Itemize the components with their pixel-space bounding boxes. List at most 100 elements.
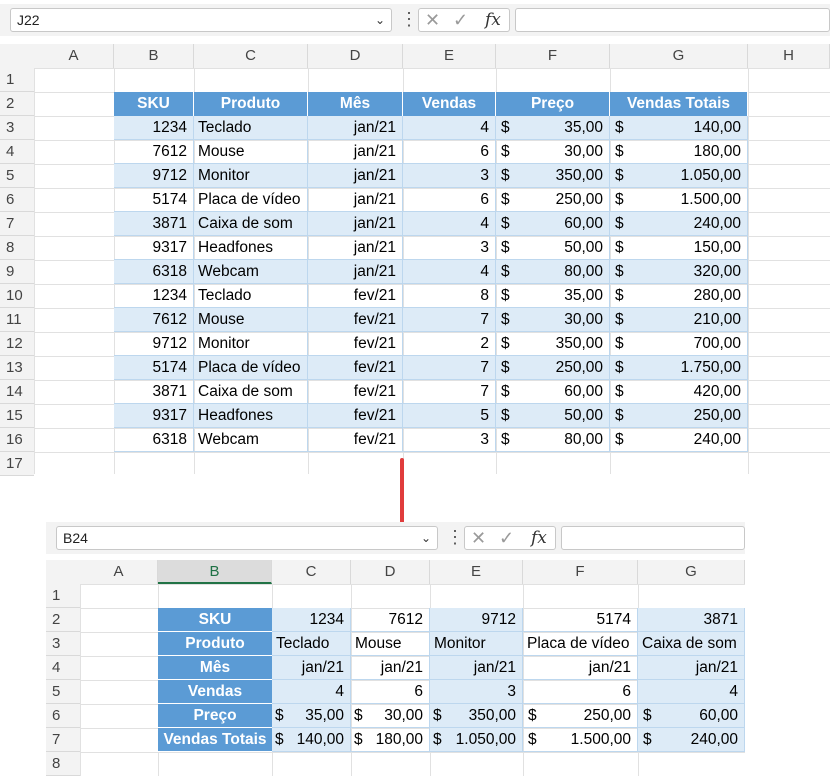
table-cell[interactable]: 60,00 $ — [496, 380, 610, 404]
table-cell[interactable]: Webcam — [194, 260, 308, 284]
table-cell[interactable]: 180,00 $ — [610, 140, 748, 164]
table-cell[interactable]: 420,00 $ — [610, 380, 748, 404]
table-cell[interactable]: 250,00 $ — [496, 356, 610, 380]
table-cell[interactable]: 9712 — [430, 608, 523, 632]
table-cell[interactable]: 7 — [403, 380, 496, 404]
table-cell[interactable]: fev/21 — [308, 308, 403, 332]
table-cell[interactable]: Headfones — [194, 236, 308, 260]
table-cell[interactable]: 8 — [403, 284, 496, 308]
table-cell[interactable]: Mouse — [351, 632, 430, 656]
table-cell[interactable]: Teclado — [194, 116, 308, 140]
table-cell[interactable]: 3 — [403, 164, 496, 188]
table-cell[interactable]: 3871 — [638, 608, 745, 632]
table-cell[interactable]: fev/21 — [308, 356, 403, 380]
table-cell[interactable]: 9317 — [114, 404, 194, 428]
table-header-cell[interactable]: SKU — [158, 608, 272, 632]
table-cell[interactable]: 80,00 $ — [496, 428, 610, 452]
table-cell[interactable]: jan/21 — [308, 260, 403, 284]
table-cell[interactable]: 250,00 $ — [496, 188, 610, 212]
table-cell[interactable]: Caixa de som — [194, 380, 308, 404]
table-cell[interactable]: 350,00 $ — [496, 164, 610, 188]
table-cell[interactable]: 1.500,00 $ — [610, 188, 748, 212]
table-cell[interactable]: 4 — [403, 116, 496, 140]
table-cell[interactable]: Caixa de som — [638, 632, 745, 656]
table-cell[interactable]: fev/21 — [308, 428, 403, 452]
table-cell[interactable]: jan/21 — [308, 164, 403, 188]
table-cell[interactable]: 140,00 $ — [272, 728, 351, 752]
table-cell[interactable]: 60,00 $ — [638, 704, 745, 728]
table-cell[interactable]: 4 — [638, 680, 745, 704]
table-cell[interactable]: 1.050,00 $ — [610, 164, 748, 188]
table-cell[interactable]: 140,00 $ — [610, 116, 748, 140]
table-cell[interactable]: 350,00 $ — [496, 332, 610, 356]
table-cell[interactable]: 240,00 $ — [638, 728, 745, 752]
table-cell[interactable]: 7612 — [114, 308, 194, 332]
table-cell[interactable]: jan/21 — [308, 116, 403, 140]
table-cell[interactable]: fev/21 — [308, 404, 403, 428]
table-header-cell[interactable]: Vendas — [158, 680, 272, 704]
table-cell[interactable]: Webcam — [194, 428, 308, 452]
table-cell[interactable]: 35,00 $ — [496, 284, 610, 308]
table-cell[interactable]: 6 — [523, 680, 638, 704]
table-cell[interactable]: jan/21 — [308, 212, 403, 236]
table-header-cell[interactable]: Vendas Totais — [158, 728, 272, 752]
table-cell[interactable]: Mouse — [194, 140, 308, 164]
table-cell[interactable]: 4 — [272, 680, 351, 704]
table-cell[interactable]: Placa de vídeo — [523, 632, 638, 656]
table-cell[interactable]: 1234 — [272, 608, 351, 632]
table-cell[interactable]: 7612 — [114, 140, 194, 164]
table-cell[interactable]: 1.050,00 $ — [430, 728, 523, 752]
table-cell[interactable]: Monitor — [430, 632, 523, 656]
table-cell[interactable]: fev/21 — [308, 284, 403, 308]
table-cell[interactable]: 6318 — [114, 428, 194, 452]
table-cell[interactable]: 3871 — [114, 212, 194, 236]
table-cell[interactable]: jan/21 — [308, 236, 403, 260]
table-cell[interactable]: 50,00 $ — [496, 236, 610, 260]
table-header-cell[interactable]: Vendas Totais — [610, 92, 748, 116]
table-cell[interactable]: 240,00 $ — [610, 428, 748, 452]
table-cell[interactable]: 5174 — [114, 188, 194, 212]
table-header-cell[interactable]: Produto — [194, 92, 308, 116]
table-cell[interactable]: 150,00 $ — [610, 236, 748, 260]
table-cell[interactable]: 3 — [430, 680, 523, 704]
table-cell[interactable]: 9712 — [114, 164, 194, 188]
table-cell[interactable]: 1234 — [114, 116, 194, 140]
table-cell[interactable]: jan/21 — [523, 656, 638, 680]
table-cell[interactable]: Headfones — [194, 404, 308, 428]
table-cell[interactable]: 3 — [403, 428, 496, 452]
table-cell[interactable]: 5174 — [523, 608, 638, 632]
table-cell[interactable]: Teclado — [272, 632, 351, 656]
table-header-cell[interactable]: Preço — [158, 704, 272, 728]
table-cell[interactable]: 1234 — [114, 284, 194, 308]
table-cell[interactable]: Placa de vídeo — [194, 188, 308, 212]
table-cell[interactable]: 3871 — [114, 380, 194, 404]
table-cell[interactable]: 30,00 $ — [351, 704, 430, 728]
table-header-cell[interactable]: Preço — [496, 92, 610, 116]
table-cell[interactable]: 1.750,00 $ — [610, 356, 748, 380]
table-cell[interactable]: 240,00 $ — [610, 212, 748, 236]
table-header-cell[interactable]: Vendas — [403, 92, 496, 116]
table-cell[interactable]: 210,00 $ — [610, 308, 748, 332]
table-cell[interactable]: 180,00 $ — [351, 728, 430, 752]
table-cell[interactable]: 30,00 $ — [496, 140, 610, 164]
table-cell[interactable]: jan/21 — [430, 656, 523, 680]
table-cell[interactable]: 35,00 $ — [496, 116, 610, 140]
table-cell[interactable]: Mouse — [194, 308, 308, 332]
table-cell[interactable]: Placa de vídeo — [194, 356, 308, 380]
table-cell[interactable]: 7 — [403, 356, 496, 380]
table-cell[interactable]: Monitor — [194, 332, 308, 356]
table-cell[interactable]: jan/21 — [308, 188, 403, 212]
table-cell[interactable]: fev/21 — [308, 380, 403, 404]
table-cell[interactable]: 9712 — [114, 332, 194, 356]
table-cell[interactable]: 700,00 $ — [610, 332, 748, 356]
table-cell[interactable]: 5 — [403, 404, 496, 428]
table-cell[interactable]: Monitor — [194, 164, 308, 188]
table-cell[interactable]: 320,00 $ — [610, 260, 748, 284]
table-cell[interactable]: 250,00 $ — [610, 404, 748, 428]
table-cell[interactable]: jan/21 — [272, 656, 351, 680]
table-cell[interactable]: 80,00 $ — [496, 260, 610, 284]
table-header-cell[interactable]: Produto — [158, 632, 272, 656]
table-cell[interactable]: 280,00 $ — [610, 284, 748, 308]
table-cell[interactable]: 4 — [403, 212, 496, 236]
table-cell[interactable]: 6 — [351, 680, 430, 704]
